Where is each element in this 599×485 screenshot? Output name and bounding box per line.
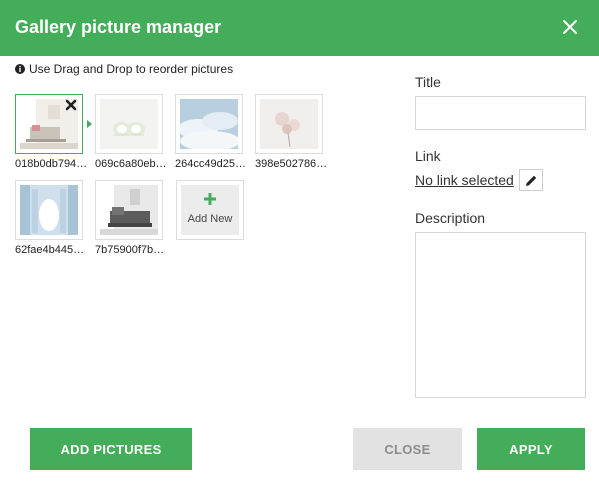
pencil-icon	[526, 175, 537, 186]
picture-image-6	[100, 185, 158, 235]
plus-icon	[204, 193, 216, 205]
link-selector[interactable]: No link selected	[415, 172, 514, 188]
reorder-hint: Use Drag and Drop to reorder pictures	[15, 62, 233, 76]
add-new-tile: Add New	[181, 185, 239, 235]
add-pictures-button[interactable]: ADD PICTURES	[30, 428, 192, 470]
picture-image-4	[260, 99, 318, 149]
picture-thumbnail-4[interactable]	[255, 94, 323, 154]
picture-caption-6: 7b75900f7b…	[95, 244, 165, 256]
add-new-label: Add New	[187, 213, 233, 225]
add-new-picture-button[interactable]: Add New	[176, 180, 244, 240]
picture-caption-1: 018b0db794…	[15, 158, 88, 170]
link-label: Link	[415, 148, 441, 164]
title-input[interactable]	[415, 96, 586, 130]
picture-caption-5: 62fae4b445…	[15, 244, 85, 256]
title-label: Title	[415, 74, 441, 90]
description-textarea[interactable]	[415, 232, 586, 398]
picture-thumbnail-6[interactable]	[95, 180, 163, 240]
picture-caption-3: 264cc49d25…	[175, 158, 246, 170]
picture-image-5	[20, 185, 78, 235]
edit-link-button[interactable]	[519, 169, 543, 191]
info-icon	[15, 64, 25, 74]
close-button[interactable]: CLOSE	[353, 428, 462, 470]
apply-button[interactable]: APPLY	[477, 428, 585, 470]
drop-indicator-icon	[87, 120, 92, 128]
picture-thumbnail-3[interactable]	[175, 94, 243, 154]
reorder-hint-text: Use Drag and Drop to reorder pictures	[29, 62, 234, 76]
remove-icon[interactable]	[65, 98, 77, 111]
description-label: Description	[415, 210, 486, 226]
picture-image-2	[100, 99, 158, 149]
dialog-header: Gallery picture manager	[0, 0, 599, 56]
dialog-title: Gallery picture manager	[15, 17, 222, 37]
picture-caption-4: 398e502786…	[255, 158, 328, 170]
picture-caption-2: 069c6a80eb…	[95, 158, 167, 170]
close-icon[interactable]	[560, 17, 580, 37]
picture-thumbnail-5[interactable]	[15, 180, 83, 240]
picture-thumbnail-2[interactable]	[95, 94, 163, 154]
picture-image-3	[180, 99, 238, 149]
picture-thumbnail-1[interactable]	[15, 94, 83, 154]
